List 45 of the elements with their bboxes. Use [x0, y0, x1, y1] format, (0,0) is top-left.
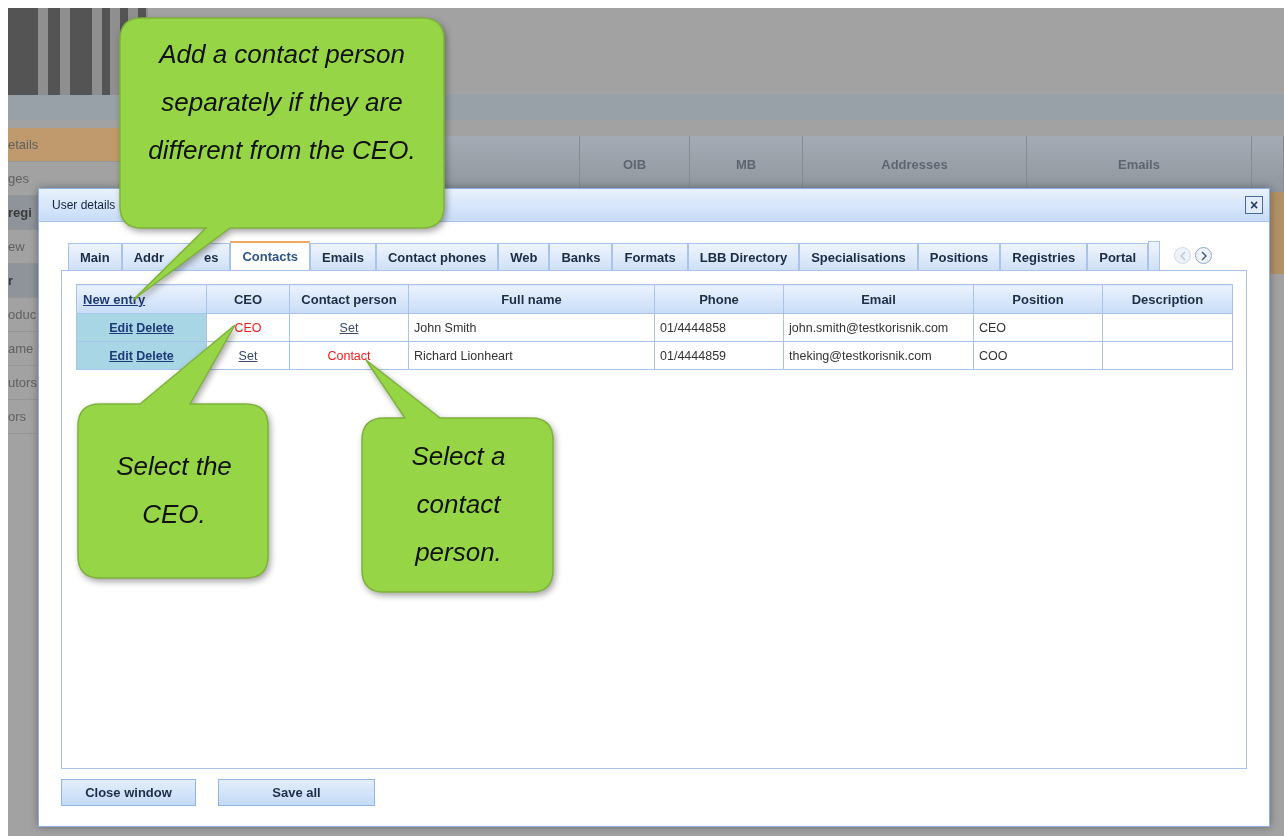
tab[interactable]: Web — [498, 243, 550, 271]
table-cell: CEO — [973, 313, 1103, 342]
table-cell: 01/4444859 — [654, 341, 784, 370]
delete-link[interactable]: Delete — [136, 320, 174, 335]
tab[interactable]: Banks — [549, 243, 613, 271]
tab[interactable]: Contacts — [230, 241, 311, 271]
table-cell: Richard Lionheart — [408, 341, 655, 370]
tab[interactable]: LBB Directory — [687, 243, 800, 271]
column-header: Description — [1102, 284, 1233, 314]
close-button[interactable]: × — [1245, 196, 1263, 214]
table-cell: 01/4444858 — [654, 313, 784, 342]
column-header: CEO — [206, 284, 290, 314]
callout-text: Select the CEO. — [115, 450, 233, 531]
tab[interactable] — [1148, 241, 1161, 271]
set-link[interactable]: Set — [238, 348, 258, 363]
table-cell: John Smith — [408, 313, 655, 342]
selected-label: CEO — [234, 320, 262, 335]
tab[interactable]: Contact phones — [376, 243, 499, 271]
column-header: Email — [783, 284, 974, 314]
edit-link[interactable]: Edit — [109, 348, 133, 363]
column-header: Contact person — [289, 284, 409, 314]
column-header: Position — [973, 284, 1103, 314]
callout-text: Select a contact person. — [410, 440, 507, 569]
tab[interactable]: Emails — [310, 243, 376, 271]
dialog-button[interactable]: Close window — [61, 779, 196, 806]
edit-link[interactable]: Edit — [109, 320, 133, 335]
set-link[interactable]: Set — [339, 320, 359, 335]
tab[interactable]: Main — [68, 243, 122, 271]
new-entry-link[interactable]: New entry — [83, 291, 146, 307]
window-title: User details — [52, 198, 116, 212]
delete-link[interactable]: Delete — [136, 348, 174, 363]
tab[interactable]: Registries — [1000, 243, 1088, 271]
table-cell: COO — [973, 341, 1103, 370]
callout-text: Add a contact person separately if they are different from the CEO. — [148, 38, 416, 167]
column-header: Phone — [654, 284, 784, 314]
dialog-button[interactable]: Save all — [218, 779, 375, 806]
column-header: Full name — [408, 284, 655, 314]
tab[interactable]: Positions — [917, 243, 1001, 271]
chevron-right-icon[interactable] — [1195, 247, 1213, 264]
tab[interactable]: Portal — [1087, 243, 1149, 271]
tab[interactable]: Formats — [612, 243, 688, 271]
table-cell: john.smith@testkorisnik.com — [783, 313, 974, 342]
selected-label: Contact — [327, 348, 371, 363]
tab[interactable]: Specialisations — [799, 243, 918, 271]
table-cell: theking@testkorisnik.com — [783, 341, 974, 370]
